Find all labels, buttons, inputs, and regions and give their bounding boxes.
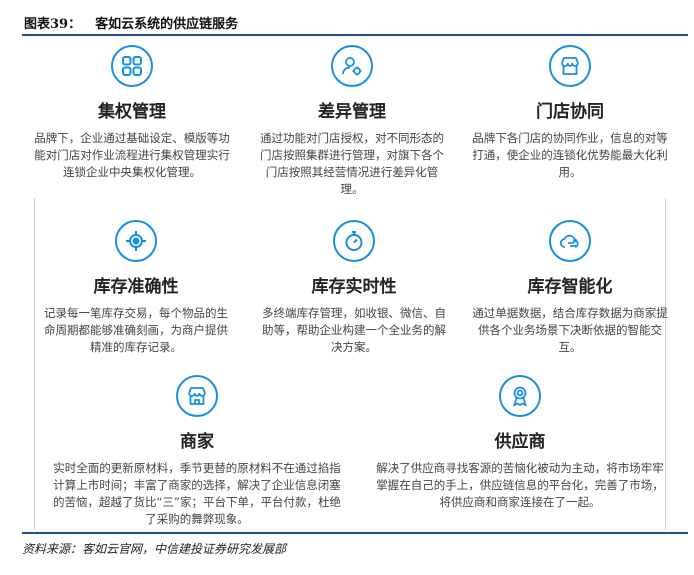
feature-inventory-realtime: 库存实时性 多终端库存管理，如收银、微信、自助等，帮助企业构建一个全业务的解决方… [257,220,451,356]
feature-description: 通过单据数据，结合库存数据为商家提供各个业务场景下决断依据的智能交互。 [472,306,668,354]
feature-description: 品牌下，企业通过基础设定、模版等功能对门店对作业流程进行集权管理实行连锁企业中央… [34,131,230,179]
feature-title: 集权管理 [98,102,166,122]
footer-rule [22,532,688,534]
feature-title: 供应商 [494,432,546,452]
target-icon [115,220,157,262]
figure-number: 图表39： [24,17,82,32]
feature-differential-management: 差异管理 通过功能对门店授权，对不同形态的门店按照集群进行管理，对旗下各个门店按… [257,45,447,198]
shop-icon [176,375,218,417]
feature-centralized-management: 集权管理 品牌下，企业通过基础设定、模版等功能对门店对作业流程进行集权管理实行连… [34,45,230,181]
feature-store-collaboration: 门店协同 品牌下各门店的协同作业，信息的对等打通，使企业的连锁化优势能最大化利用… [472,45,668,181]
stopwatch-icon [333,220,375,262]
feature-description: 记录每一笔库存交易，每个物品的生命周期都能够准确刻画，为商户提供精准的库存记录。 [44,306,228,354]
feature-description: 解决了供应商寻找客源的苦恼化被动为主动，将市场牢牢掌握在自己的手上，供应链信息的… [376,461,664,509]
feature-description: 多终端库存管理，如收银、微信、自助等，帮助企业构建一个全业务的解决方案。 [262,306,446,354]
feature-inventory-intelligence: 库存智能化 通过单据数据，结合库存数据为商家提供各个业务场景下决断依据的智能交互… [472,220,668,356]
feature-title: 门店协同 [536,102,604,122]
feature-title: 差异管理 [318,102,386,122]
feature-title: 库存准确性 [93,277,179,297]
feature-suppliers: 供应商 解决了供应商寻找客源的苦恼化被动为主动，将市场牢牢掌握在自己的手上，供应… [374,375,666,511]
storefront-icon [549,45,591,87]
user-settings-icon [331,45,373,87]
feature-description: 品牌下各门店的协同作业，信息的对等打通，使企业的连锁化优势能最大化利用。 [472,131,668,179]
feature-title: 库存智能化 [527,277,613,297]
figure-caption: 客如云系统的供应链服务 [95,17,239,32]
feature-description: 实时全面的更新原材料，季节更替的原材料不在通过掐指计算上市时间；丰富了商家的选择… [53,461,341,526]
frame-left-border [34,198,35,530]
source-note: 资料来源：客如云官网，中信建投证券研究发展部 [22,542,287,556]
feature-title: 商家 [180,432,214,452]
figure-title: 图表39： 客如云系统的供应链服务 [24,13,238,32]
feature-title: 库存实时性 [311,277,397,297]
grid-icon [111,45,153,87]
award-icon [499,375,541,417]
feature-merchants: 商家 实时全面的更新原材料，季节更替的原材料不在通过掐指计算上市时间；丰富了商家… [48,375,346,528]
feature-description: 通过功能对门店授权，对不同形态的门店按照集群进行管理，对旗下各个门店按照其经营情… [260,131,444,196]
feature-inventory-accuracy: 库存准确性 记录每一笔库存交易，每个物品的生命周期都能够准确刻画，为商户提供精准… [40,220,232,356]
header-rule [22,34,688,36]
cloud-circuit-icon [549,220,591,262]
